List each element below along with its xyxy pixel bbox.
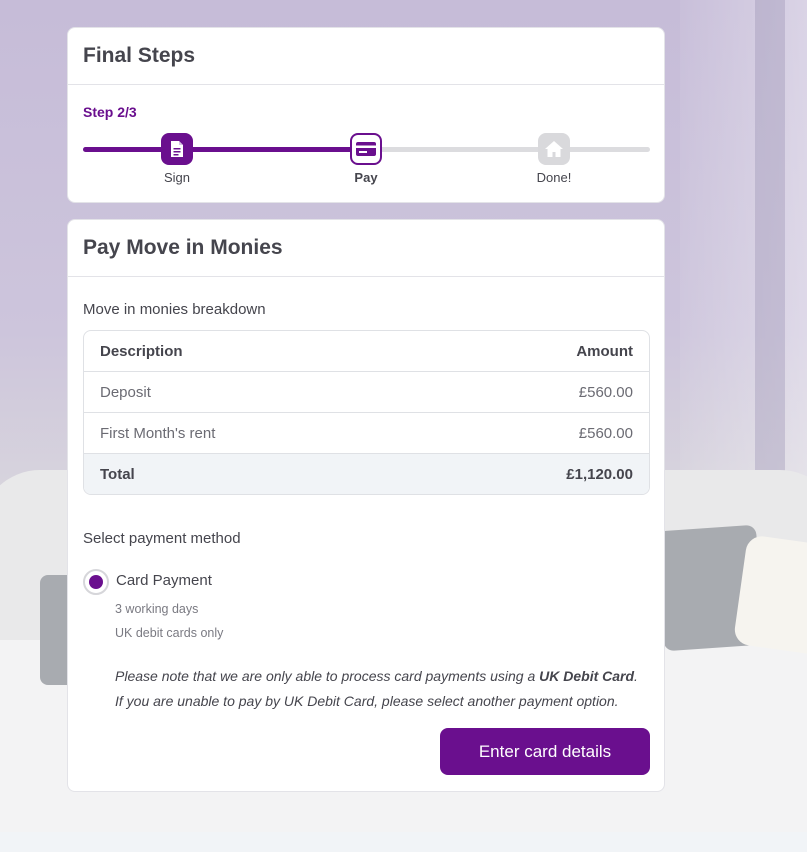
- card-payment-label[interactable]: Card Payment: [116, 572, 212, 589]
- progress-track-fill: [83, 147, 367, 152]
- breakdown-label: Move in monies breakdown: [83, 301, 266, 318]
- footer-strip: [0, 832, 807, 852]
- step-pay-node: [350, 133, 382, 165]
- note-text-start: Please note that we are only able to pro…: [115, 668, 540, 684]
- table-total-row: Total £1,120.00: [84, 454, 649, 494]
- note-emphasis: UK Debit Card: [539, 668, 635, 684]
- document-icon: [171, 141, 183, 157]
- enter-card-details-button[interactable]: Enter card details: [440, 728, 650, 775]
- card-icon: [356, 142, 376, 156]
- breakdown-table: Description Amount Deposit £560.00 First…: [83, 330, 650, 495]
- step-sign-node: [161, 133, 193, 165]
- row-amount: £560.00: [578, 424, 633, 442]
- step-sign-label: Sign: [163, 170, 191, 185]
- total-label: Total: [100, 466, 135, 483]
- payment-timing: 3 working days: [115, 602, 199, 616]
- step-done-label: Done!: [536, 170, 572, 185]
- home-icon: [545, 141, 563, 157]
- payment-card: Pay Move in Monies Move in monies breakd…: [67, 219, 665, 792]
- step-pay-label: Pay: [354, 170, 378, 185]
- payment-restriction: UK debit cards only: [115, 626, 224, 640]
- step-done-node: [538, 133, 570, 165]
- progress-title: Final Steps: [68, 28, 664, 85]
- radio-selected-dot: [89, 575, 103, 589]
- row-description: Deposit: [100, 383, 151, 401]
- payment-note: Please note that we are only able to pro…: [115, 664, 645, 714]
- payment-method-label: Select payment method: [83, 530, 241, 547]
- table-header-row: Description Amount: [84, 331, 649, 372]
- step-counter: Step 2/3: [83, 104, 137, 120]
- header-description: Description: [100, 342, 183, 360]
- header-amount: Amount: [576, 342, 633, 360]
- table-row: First Month's rent £560.00: [84, 413, 649, 454]
- payment-title: Pay Move in Monies: [68, 220, 664, 277]
- progress-card: Final Steps Step 2/3 Sign Pay Done!: [67, 27, 665, 203]
- row-amount: £560.00: [578, 383, 633, 401]
- total-amount: £1,120.00: [566, 466, 633, 483]
- row-description: First Month's rent: [100, 424, 216, 442]
- table-row: Deposit £560.00: [84, 372, 649, 413]
- card-payment-radio[interactable]: [83, 569, 109, 595]
